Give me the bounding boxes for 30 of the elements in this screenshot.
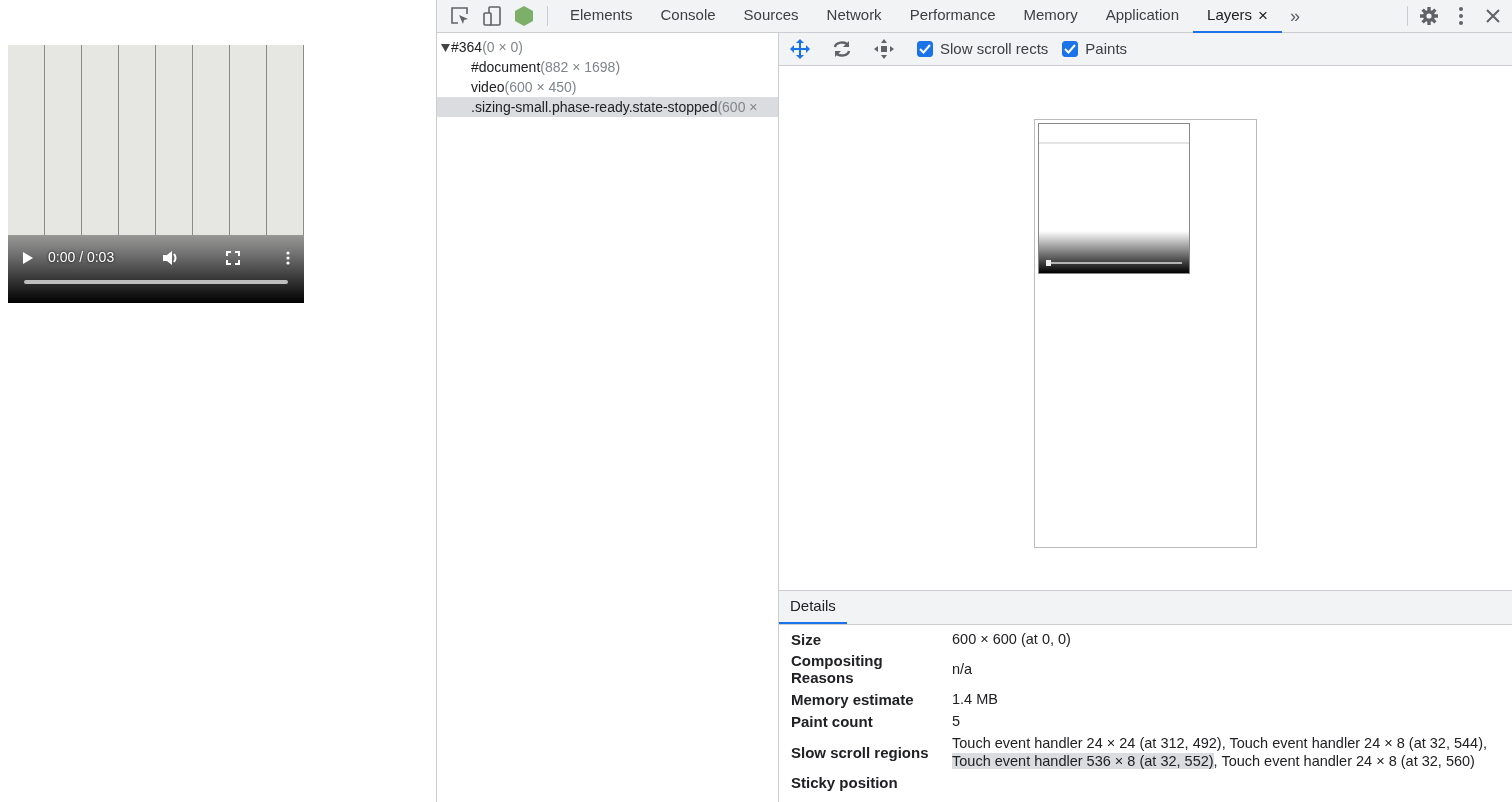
detail-label: Memory estimate [791,689,915,710]
layer-tree-item[interactable]: #document(882 × 1698) [437,57,778,77]
detail-value: 1.4 MB [952,690,999,709]
layer-tree-item[interactable]: video(600 × 450) [437,77,778,97]
more-tabs-button[interactable]: » [1282,2,1309,30]
checkbox-option[interactable]: Paints [1062,37,1128,61]
detail-label: Size [791,629,822,650]
checkmark-icon [919,44,931,54]
detail-value: 5 [952,712,962,731]
detail-label: Compositing Reasons [791,651,884,688]
devtools-tab[interactable]: Sources [729,0,813,33]
checkmark-icon [1064,44,1077,54]
detail-value: Touch event handler 24 × 24 (at 312, 492), Touch event handler 24 × 8 (at 32, 544), Touch event handler 536 × 8 (at 32, 552), Touch event handler 24 × 8 (at 32, 560) [952,734,1488,771]
devtools-tab[interactable]: Memory [1009,0,1092,33]
devtools-tab[interactable]: Network [812,0,896,33]
detail-label: Sticky position [791,773,899,793]
detail-label: Paint count [791,711,874,732]
devtools-tab[interactable]: Performance [895,0,1010,33]
layer-tree-item[interactable]: #364(0 × 0) [437,37,778,57]
devtools-tab[interactable]: Application [1091,0,1194,33]
detail-label: Slow scroll regions [791,742,930,763]
details-tab[interactable]: Details [779,591,847,624]
video-time: 0:00 / 0:03 [48,248,115,267]
checkbox-option[interactable]: Slow scroll rects [917,37,1049,61]
devtools-tab[interactable]: Console [646,0,730,33]
detail-value: 600 × 600 (at 0, 0) [952,630,1072,649]
progress-track[interactable] [24,280,288,284]
detail-value: n/a [952,660,974,679]
layer-tree-item[interactable]: .sizing-small.phase-ready.state-stopped(600 × [437,97,778,117]
devtools-tab[interactable]: Elements [556,0,647,33]
